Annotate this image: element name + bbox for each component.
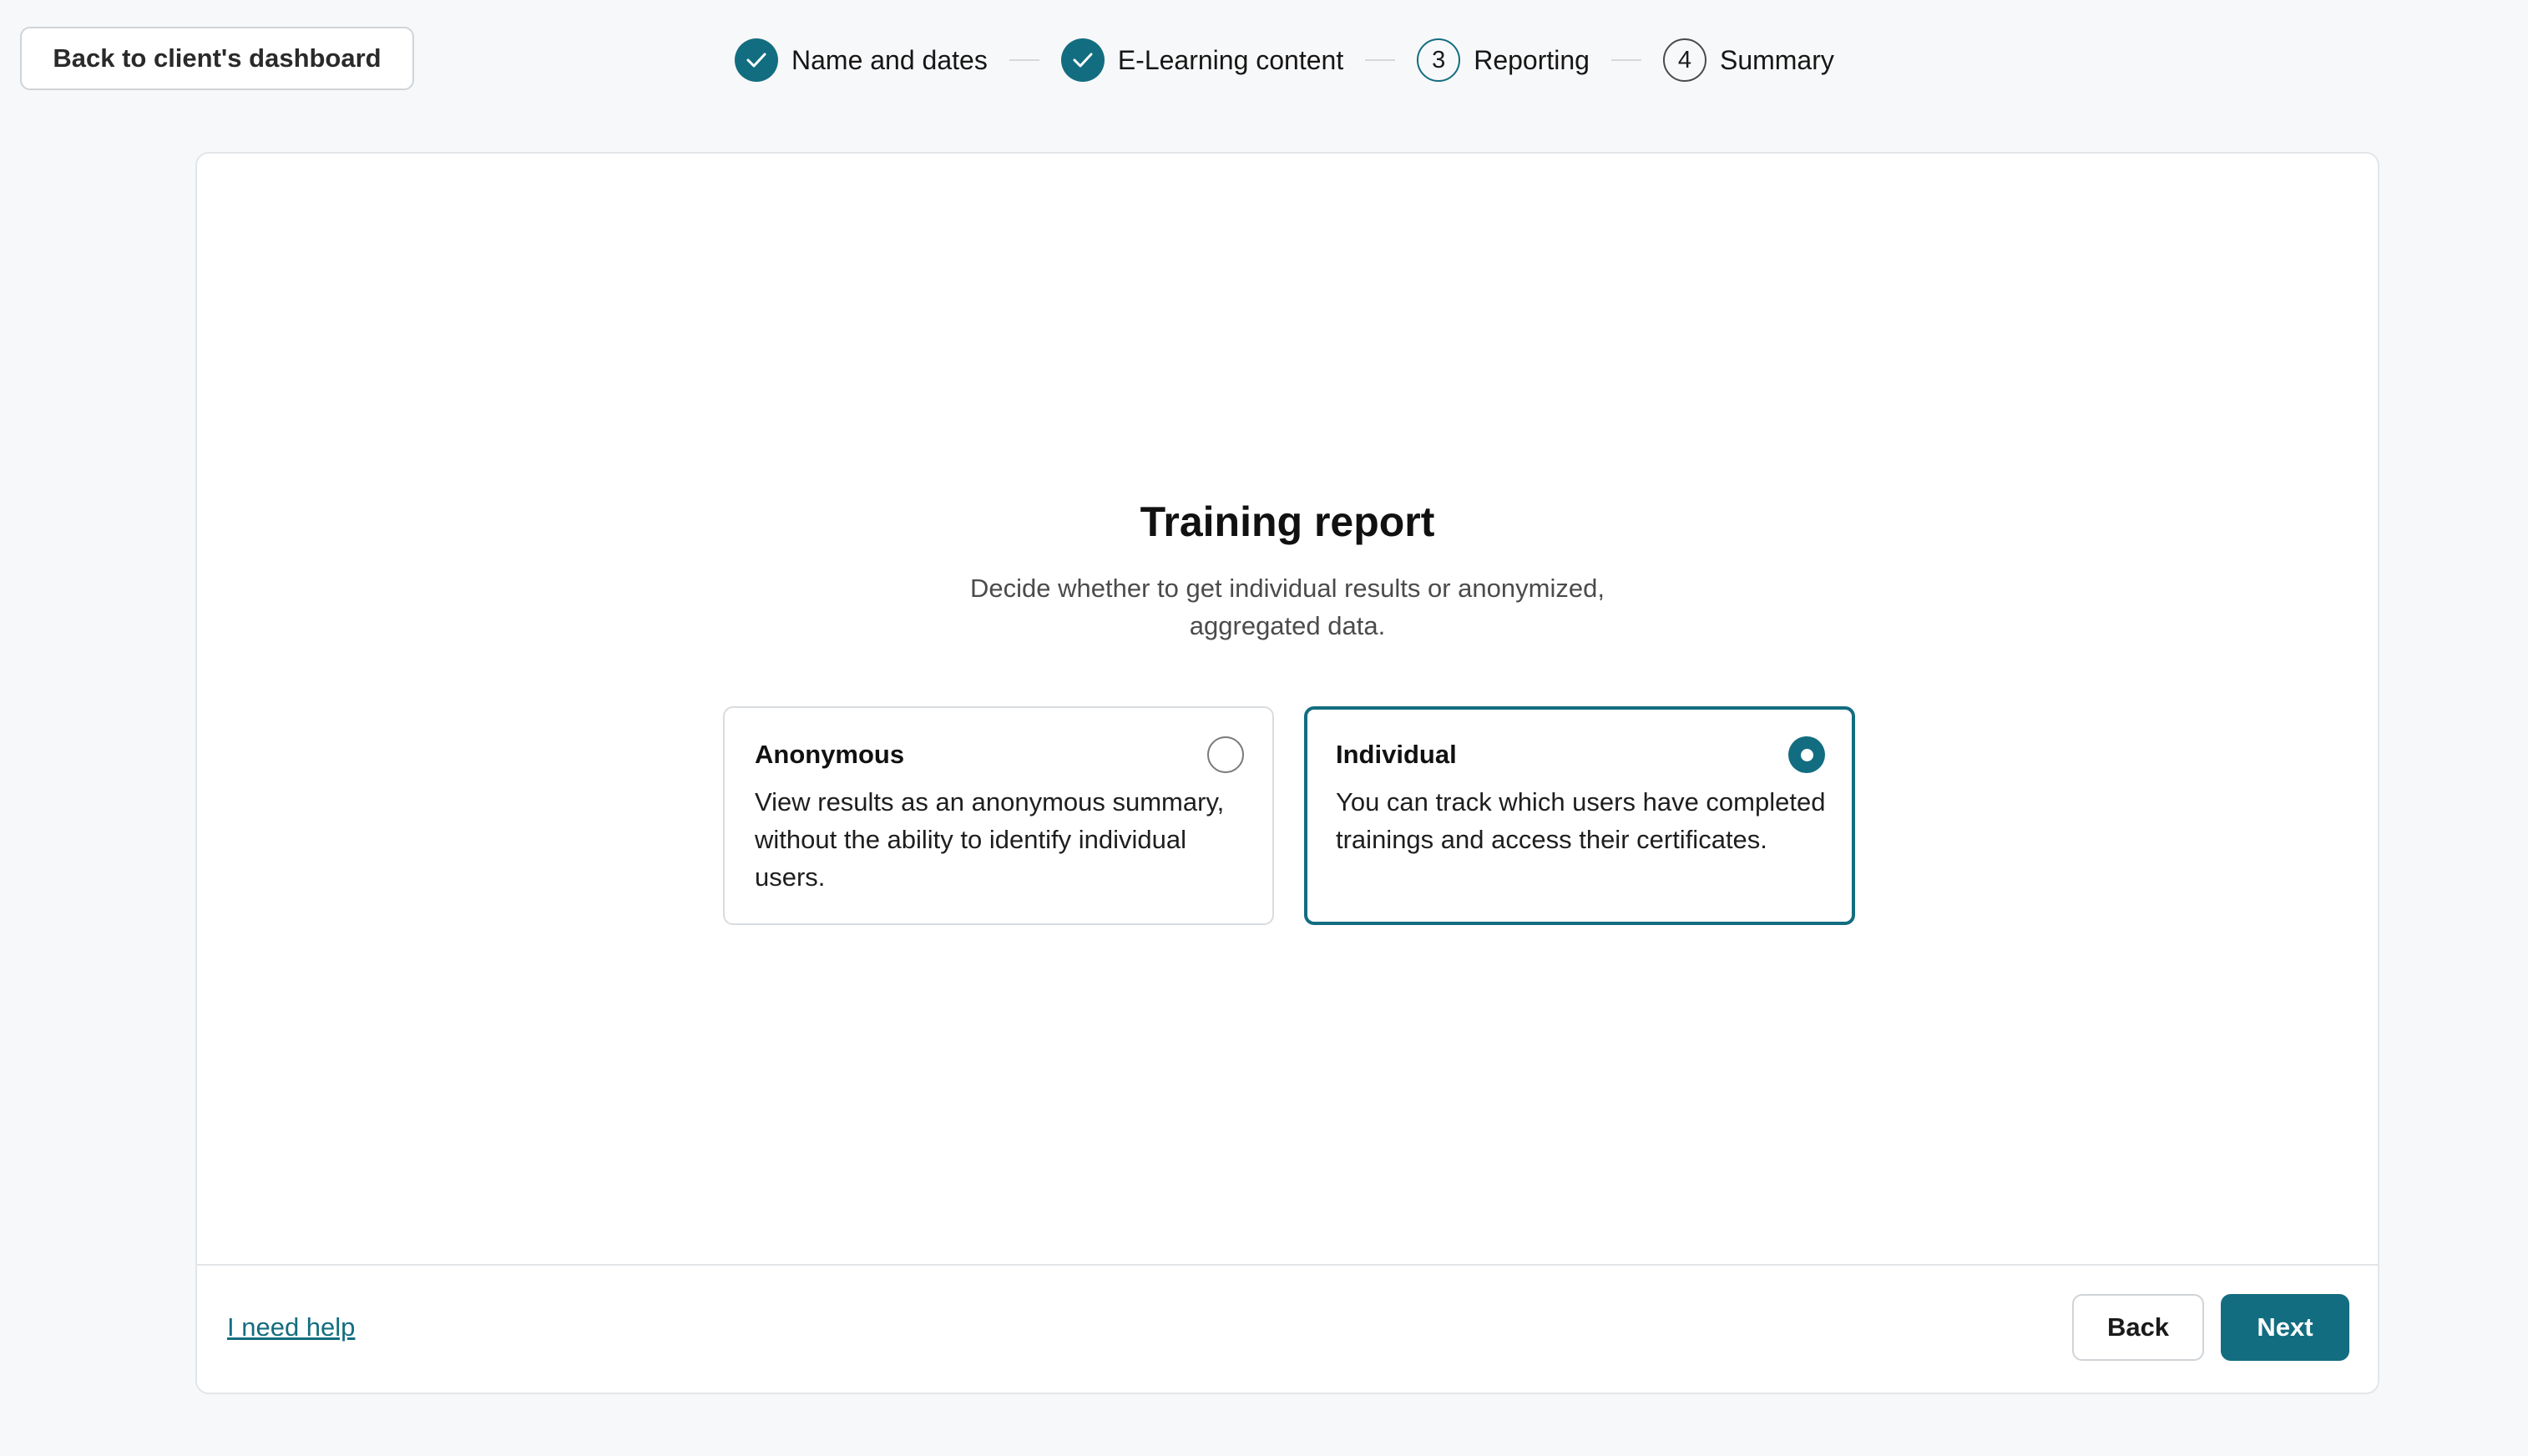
option-description: You can track which users have completed… xyxy=(1336,787,1826,854)
step-label: Name and dates xyxy=(791,44,988,75)
step-divider xyxy=(1610,59,1641,61)
option-individual[interactable]: Individual You can track which users hav… xyxy=(1304,706,1855,925)
help-link[interactable]: I need help xyxy=(227,1312,355,1342)
option-description: View results as an anonymous summary, wi… xyxy=(755,787,1225,892)
next-button[interactable]: Next xyxy=(2221,1294,2349,1361)
step-divider xyxy=(1009,59,1039,61)
step-number: 4 xyxy=(1662,38,1706,82)
radio-unselected-icon[interactable] xyxy=(1207,736,1244,773)
step-label: E-Learning content xyxy=(1117,44,1344,75)
page-subtitle: Decide whether to get individual results… xyxy=(970,574,1605,640)
step-name-and-dates: Name and dates xyxy=(735,38,988,82)
reporting-card: Training report Decide whether to get in… xyxy=(195,152,2379,1394)
check-icon xyxy=(1060,38,1105,82)
step-label: Summary xyxy=(1719,44,1834,75)
step-label: Reporting xyxy=(1474,44,1590,75)
step-divider xyxy=(1365,59,1396,61)
card-footer: I need help Back Next xyxy=(197,1264,2378,1393)
step-summary: 4 Summary xyxy=(1662,38,1834,82)
back-to-dashboard-button[interactable]: Back to client's dashboard xyxy=(20,27,414,90)
step-number: 3 xyxy=(1417,38,1461,82)
option-anonymous[interactable]: Anonymous View results as an anonymous s… xyxy=(723,706,1274,925)
back-button[interactable]: Back xyxy=(2072,1294,2204,1361)
radio-selected-icon[interactable] xyxy=(1788,736,1825,773)
step-reporting: 3 Reporting xyxy=(1417,38,1590,82)
page-title: Training report xyxy=(1140,498,1435,545)
option-title: Anonymous xyxy=(755,740,905,769)
check-icon xyxy=(735,38,778,82)
progress-stepper: Name and dates E-Learning content 3 Repo… xyxy=(735,37,1834,83)
option-title: Individual xyxy=(1336,740,1457,769)
step-e-learning-content: E-Learning content xyxy=(1060,38,1344,82)
